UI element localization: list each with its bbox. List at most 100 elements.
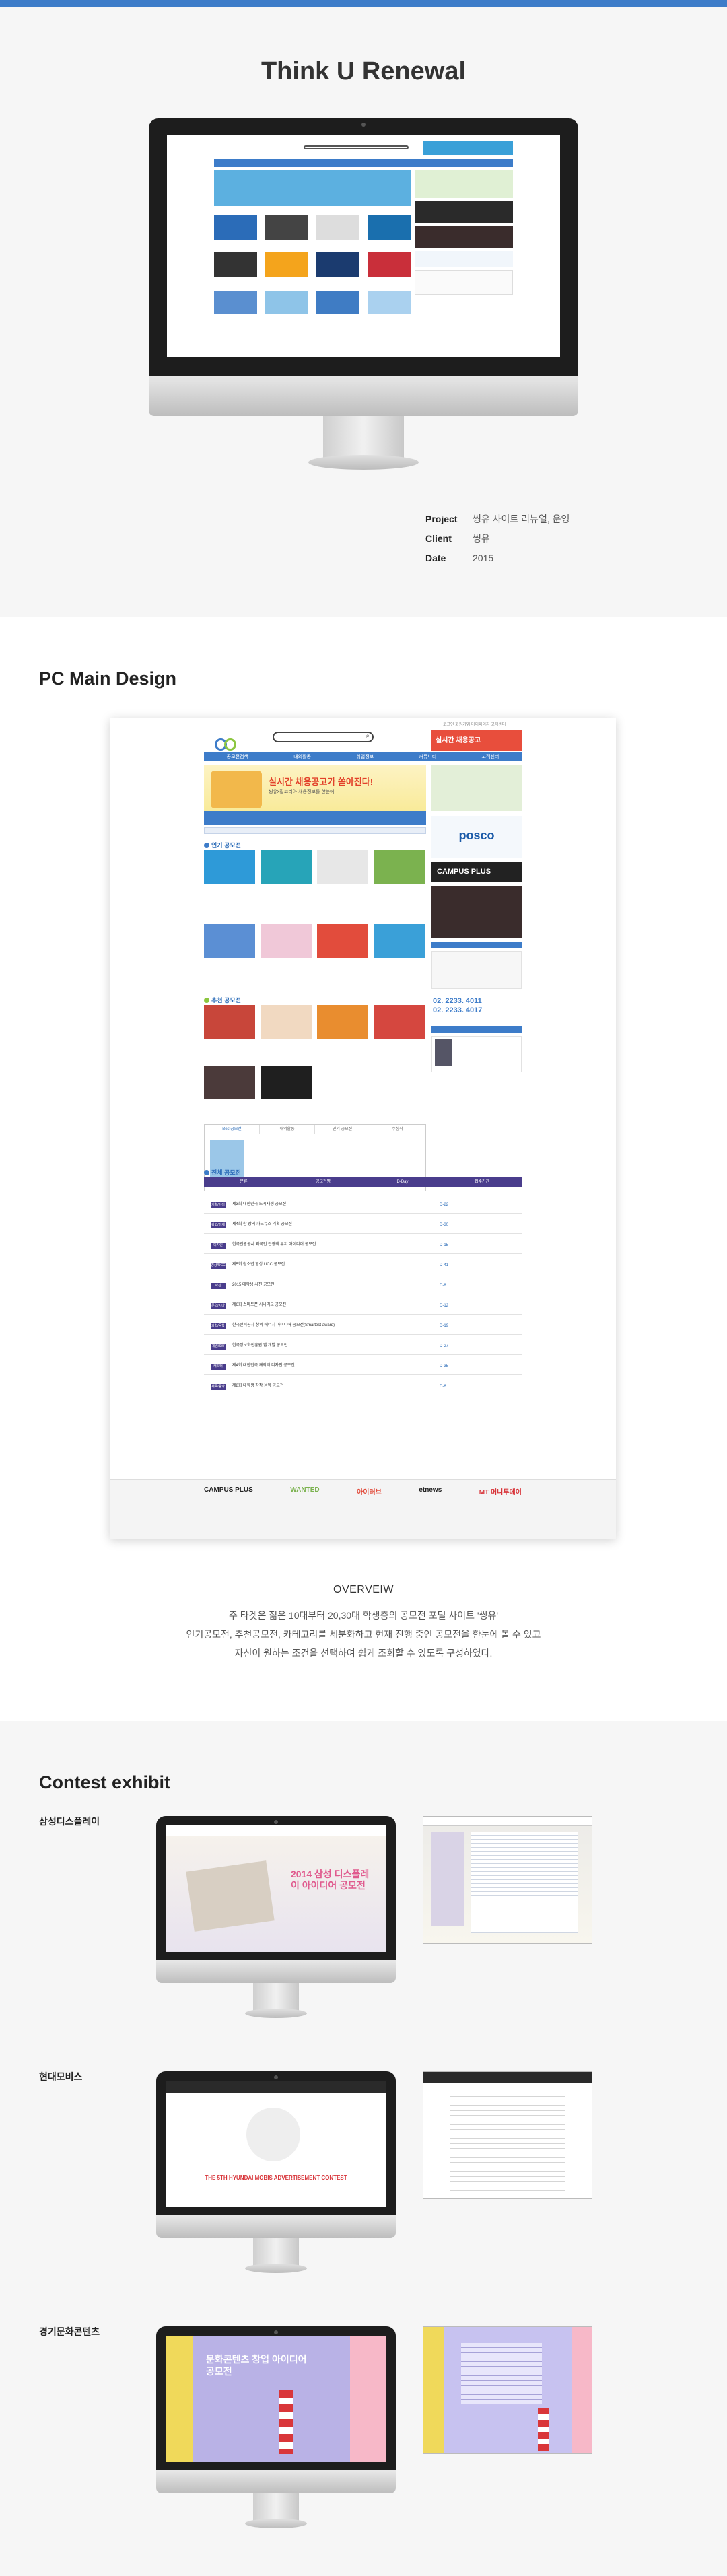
tab-best[interactable]: Best공모전: [205, 1125, 260, 1134]
table-row[interactable]: 영상/UCC 제5회 청소년 영상 UCC 공모전 D-41: [204, 1258, 522, 1274]
contest-thumb[interactable]: [374, 924, 425, 958]
detail-search-bar[interactable]: [204, 827, 426, 834]
table-row[interactable]: 체육/음악 제8회 대학생 창작 음악 공모전 D-6: [204, 1379, 522, 1395]
meta-key: Date: [425, 553, 446, 563]
partner-logo[interactable]: WANTED: [290, 1486, 319, 1496]
screen-text: 문화콘텐츠 창업 아이디어 공모전: [206, 2354, 307, 2377]
overview-line: 인기공모전, 추천공모전, 카테고리를 세분화하고 현재 진행 중인 공모전을 …: [186, 1629, 541, 1640]
exhibit-label: 현대모비스: [39, 2071, 83, 2082]
tab-activity[interactable]: 대외활동: [260, 1125, 315, 1134]
top-accent-bar: [0, 0, 727, 7]
table-row[interactable]: 문학/시나리오 제6회 스마트폰 시나리오 공모전 D-12: [204, 1298, 522, 1315]
top-ad-banner[interactable]: 실시간 채용공고: [431, 730, 522, 751]
exhibit-screen: 2014 삼성 디스플레이 아이디어 공모전: [166, 1825, 386, 1952]
category-tag: 광고/마케팅: [211, 1222, 226, 1233]
row-title[interactable]: 한국관광공사 외국인 관광객 유치 아이디어 공모전: [232, 1241, 316, 1247]
phone-1: 02. 2233. 4011: [433, 997, 482, 1005]
top-links[interactable]: 로그인 회원가입 마이페이지 고객센터: [443, 721, 506, 727]
tab-awards[interactable]: 수상작: [370, 1125, 425, 1134]
meta-row: Client 씽유: [425, 529, 569, 549]
table-row[interactable]: 사진 2015 대학생 사진 공모전 D-8: [204, 1278, 522, 1294]
table-row[interactable]: 기획/아이디어 제3회 대한민국 도시재생 공모전 D-22: [204, 1197, 522, 1214]
row-dday: D-12: [440, 1304, 449, 1308]
nav-item[interactable]: 고객센터: [482, 753, 499, 760]
doc-stripe: [572, 2327, 592, 2453]
contest-thumb[interactable]: [204, 850, 255, 884]
nav-item[interactable]: 공모전검색: [227, 753, 248, 760]
meta-value: 씽유 사이트 리뉴얼, 운영: [473, 514, 570, 524]
contest-thumb[interactable]: [261, 850, 312, 884]
table-row[interactable]: 디자인 한국관광공사 외국인 관광객 유치 아이디어 공모전 D-15: [204, 1238, 522, 1254]
family-banner[interactable]: [431, 886, 522, 938]
side-banner[interactable]: [431, 765, 522, 811]
col-category[interactable]: 분류: [204, 1177, 283, 1187]
contest-thumb[interactable]: [261, 924, 312, 958]
row-title[interactable]: 제4회 대한민국 캐릭터 디자인 공모전: [232, 1362, 295, 1368]
partner-logo[interactable]: MT 머니투데이: [479, 1486, 522, 1496]
row-title[interactable]: 제4회 한 장의 카드뉴스 기획 공모전: [232, 1220, 292, 1226]
search-icon[interactable]: ⌕: [366, 732, 370, 740]
row-title[interactable]: 한국전력공사 창의 에너지 아이디어 공모전(Smartest award): [232, 1321, 335, 1327]
banner-subtitle: 씽유x잡코리아 채용정보를 한눈에: [269, 790, 335, 794]
row-dday: D-8: [440, 1284, 446, 1288]
screen-stripe: [166, 2336, 193, 2462]
exhibit-doc[interactable]: [423, 1816, 592, 1944]
contest-thumb[interactable]: [374, 850, 425, 884]
posco-banner[interactable]: posco: [431, 816, 522, 858]
screen-text: THE 5TH HYUNDAI MOBIS ADVERTISEMENT CONT…: [205, 2175, 347, 2181]
contest-thumb[interactable]: [317, 1005, 368, 1039]
meta-row: Date 2015: [425, 549, 569, 568]
row-title[interactable]: 제3회 대한민국 도시재생 공모전: [232, 1200, 286, 1206]
row-title[interactable]: 제5회 청소년 영상 UCC 공모전: [232, 1261, 285, 1267]
overview-title: OVERVEIW: [333, 1584, 394, 1595]
table-header: 분류 공모전명 D-Day 접수기간: [204, 1177, 522, 1187]
page-title: Think U Renewal: [261, 57, 466, 85]
doc-body: [471, 1832, 578, 1933]
col-name[interactable]: 공모전명: [283, 1177, 363, 1187]
category-tag: 디자인: [211, 1243, 226, 1249]
nav-item[interactable]: 커뮤니티: [419, 753, 436, 760]
campus-plus-banner[interactable]: CAMPUS PLUS: [431, 862, 522, 882]
exhibit-imac: THE 5TH HYUNDAI MOBIS ADVERTISEMENT CONT…: [156, 2071, 396, 2281]
row-title[interactable]: 한국정보화진흥원 앱 개발 공모전: [232, 1342, 287, 1348]
row-dday: D-19: [440, 1324, 449, 1328]
table-row[interactable]: 캐릭터 제4회 대한민국 캐릭터 디자인 공모전 D-35: [204, 1359, 522, 1375]
contest-thumb[interactable]: [261, 1066, 312, 1099]
partner-logo[interactable]: 아이러브: [357, 1486, 382, 1496]
partner-logo[interactable]: CAMPUS PLUS: [204, 1486, 253, 1496]
recommend-heading: 추천 공모전: [204, 996, 241, 1004]
table-row[interactable]: 과학/공학 한국전력공사 창의 에너지 아이디어 공모전(Smartest awa…: [204, 1319, 522, 1335]
table-row[interactable]: 광고/마케팅 제4회 한 장의 카드뉴스 기획 공모전 D-30: [204, 1218, 522, 1234]
contest-thumb[interactable]: [204, 924, 255, 958]
doc-stripe: [423, 2327, 444, 2453]
exhibit-label: 삼성디스플레이: [39, 1816, 100, 1827]
logo-ring-green: [224, 738, 236, 751]
tab-row: Best공모전 대외활동 인기 공모전 수상작: [205, 1125, 425, 1134]
screen-illustration: [246, 2108, 300, 2161]
main-banner[interactable]: 실시간 채용공고가 쏟아진다! 씽유x잡코리아 채용정보를 한눈에: [204, 765, 426, 825]
contact-box: 02. 2233. 4011 02. 2233. 4017: [431, 994, 522, 1021]
exhibit-doc[interactable]: [423, 2071, 592, 2199]
partner-logo[interactable]: etnews: [419, 1486, 442, 1496]
col-dday[interactable]: D-Day: [363, 1177, 442, 1187]
contest-thumb[interactable]: [204, 1066, 255, 1099]
col-period[interactable]: 접수기간: [442, 1177, 522, 1187]
contest-thumb[interactable]: [317, 924, 368, 958]
table-row[interactable]: 게임/SW 한국정보화진흥원 앱 개발 공모전 D-27: [204, 1339, 522, 1355]
contest-thumb[interactable]: [204, 1005, 255, 1039]
partner-logos: CAMPUS PLUS WANTED 아이러브 etnews MT 머니투데이: [204, 1486, 522, 1496]
top-ad-text: 실시간 채용공고: [436, 737, 481, 744]
search-input[interactable]: ⌕: [273, 732, 374, 742]
pc-main-page: 로그인 회원가입 마이페이지 고객센터 ⌕ 실시간 채용공고 공모전검색 대외활…: [110, 718, 616, 1539]
contest-thumb[interactable]: [261, 1005, 312, 1039]
contest-thumb[interactable]: [374, 1005, 425, 1039]
nav-item[interactable]: 대외활동: [293, 753, 311, 760]
camera-dot: [274, 2330, 278, 2334]
exhibit-doc[interactable]: [423, 2326, 592, 2454]
row-title[interactable]: 제8회 대학생 창작 음악 공모전: [232, 1382, 283, 1388]
row-title[interactable]: 제6회 스마트폰 시나리오 공모전: [232, 1301, 286, 1307]
nav-item[interactable]: 취업정보: [356, 753, 374, 760]
tab-popular[interactable]: 인기 공모전: [315, 1125, 370, 1134]
contest-thumb[interactable]: [317, 850, 368, 884]
row-title[interactable]: 2015 대학생 사진 공모전: [232, 1281, 275, 1287]
